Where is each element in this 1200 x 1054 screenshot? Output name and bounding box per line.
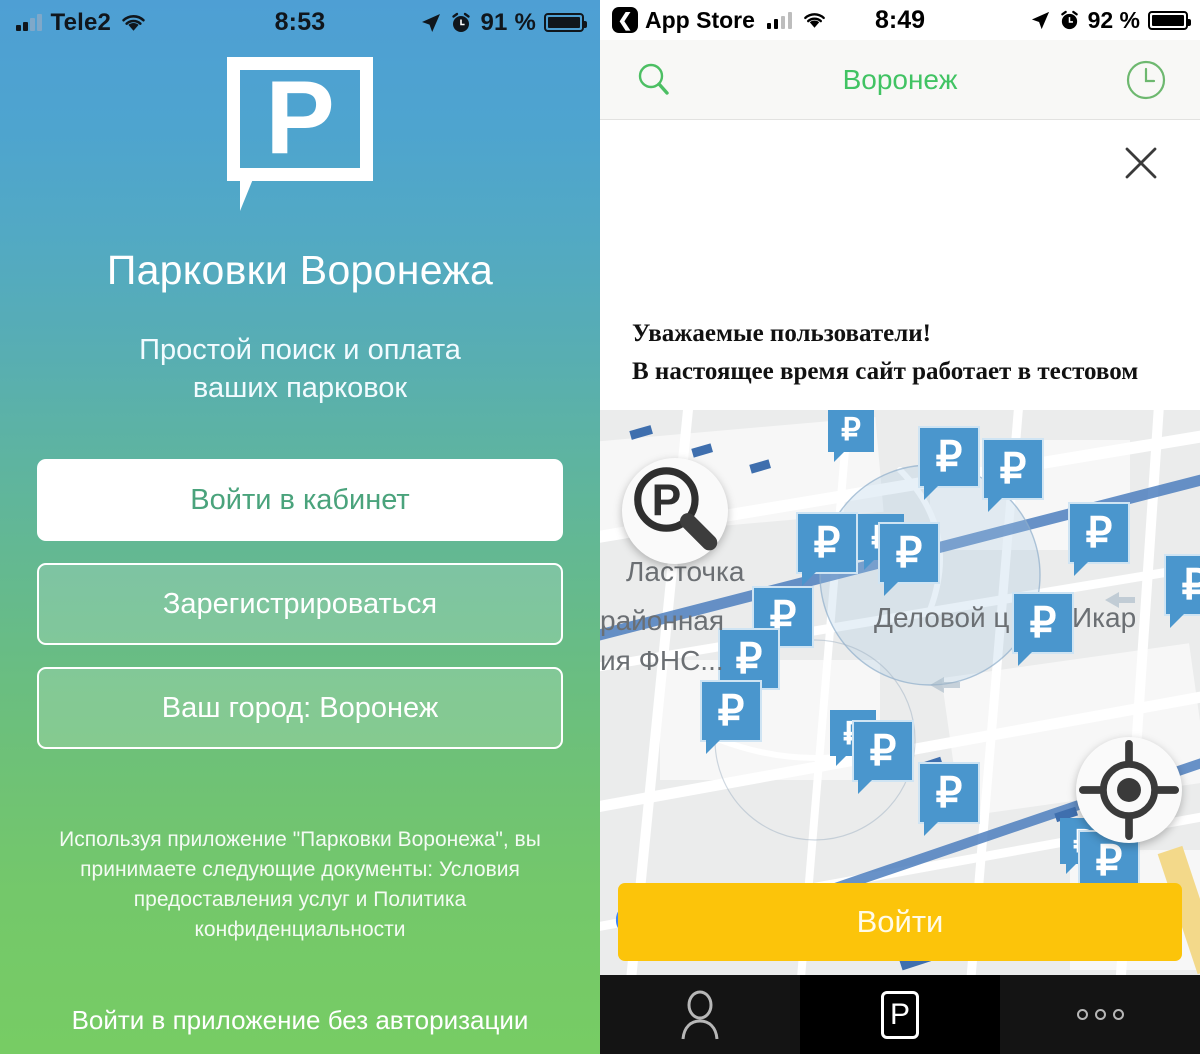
tab-parking[interactable]: P (800, 975, 1000, 1054)
parking-marker[interactable]: ₽ (878, 522, 940, 596)
welcome-screen: Tele2 8:53 91 % P Парковки Воронежа Прос… (0, 0, 600, 1054)
alarm-clock-icon (1060, 10, 1078, 29)
enter-button[interactable]: Войти (618, 883, 1182, 961)
app-title: Парковки Воронежа (106, 247, 494, 293)
app-subtitle: Простой поиск и оплата ваших парковок (0, 332, 600, 407)
legal-disclaimer: Используя приложение "Парковки Воронежа"… (59, 828, 541, 941)
google-map-canvas[interactable]: ₽ ₽ ₽ ₽ ₽ ₽ ₽ ₽ ₽ ₽ ₽ ₽ ₽ ₽ ₽ ₽ ₽ Ласточ… (600, 410, 1200, 975)
battery-percent-label: 92 % (1087, 6, 1140, 33)
battery-icon (544, 13, 587, 32)
status-right-group: 91 % (420, 8, 587, 37)
tab-profile[interactable] (600, 975, 800, 1054)
parking-marker[interactable]: ₽ (852, 720, 914, 794)
battery-icon (1148, 10, 1191, 30)
right-status-bar: ❮ App Store 8:49 92 % (600, 0, 1200, 40)
back-label: App Store (645, 6, 755, 33)
back-to-app-store-link[interactable]: ❮ App Store (612, 7, 755, 34)
parking-marker[interactable]: ₽ (1164, 554, 1200, 628)
more-dots-icon (1076, 1009, 1124, 1020)
screenshot-pair: Tele2 8:53 91 % P Парковки Воронежа Прос… (0, 0, 1200, 1054)
login-button[interactable]: Войти в кабинет (37, 459, 563, 542)
clock-history-icon[interactable] (1122, 56, 1170, 104)
parking-speech-bubble-logo: P (227, 57, 373, 211)
parking-marker[interactable]: ₽ (700, 680, 762, 754)
parking-marker[interactable]: ₽ (918, 426, 980, 500)
status-right-group: 92 % (1030, 6, 1191, 34)
bottom-tab-bar: P (600, 975, 1200, 1054)
parking-marker[interactable]: ₽ (982, 438, 1044, 512)
logo-letter: P (265, 60, 335, 176)
map-label: районная (600, 605, 725, 636)
parking-marker[interactable]: ₽ (1012, 592, 1074, 666)
notice-line-2: В настоящее время сайт работает в тестов… (632, 358, 1139, 386)
person-icon (681, 990, 719, 1039)
svg-text:P: P (652, 476, 682, 525)
parking-p-icon: P (881, 990, 919, 1039)
chevron-left-icon: ❮ (612, 7, 638, 33)
service-notice-panel: Уважаемые пользователи! В настоящее врем… (600, 120, 1200, 410)
signal-bars-icon (16, 14, 42, 31)
register-button[interactable]: Зарегистрироваться (37, 563, 563, 646)
service-notice-text: Уважаемые пользователи! В настоящее врем… (632, 315, 1168, 393)
city-selector-button[interactable]: Ваш город: Воронеж (37, 667, 563, 750)
parking-marker[interactable]: ₽ (828, 410, 874, 462)
parking-marker[interactable]: ₽ (918, 762, 980, 836)
parking-magnifier-icon[interactable]: P (622, 458, 728, 564)
notice-line-1: Уважаемые пользователи! (632, 319, 931, 347)
parking-marker[interactable]: ₽ (1068, 502, 1130, 576)
map-label: Икар (1072, 602, 1137, 633)
my-location-crosshair-icon[interactable] (1076, 737, 1182, 843)
close-x-icon[interactable] (1120, 142, 1162, 184)
battery-percent-label: 91 % (480, 8, 536, 36)
tab-more[interactable] (1000, 975, 1200, 1054)
signal-bars-icon (766, 11, 793, 29)
search-icon[interactable] (630, 56, 678, 104)
carrier-label: Tele2 (50, 8, 112, 36)
map-label: ия ФНС... (600, 645, 724, 676)
left-status-bar: Tele2 8:53 91 % (0, 0, 600, 45)
parking-marker[interactable]: ₽ (796, 512, 858, 586)
location-arrow-icon (1031, 11, 1049, 29)
map-screen: ❮ App Store 8:49 92 % Воронеж Уважаемые … (600, 0, 1200, 1054)
map-navbar: Воронеж (600, 40, 1200, 120)
location-arrow-icon (422, 13, 441, 32)
auth-button-group: Войти в кабинет Зарегистрироваться Ваш г… (0, 459, 600, 750)
app-subtitle-line2: ваших парковок (192, 371, 408, 404)
app-logo-wrap: P (0, 57, 600, 211)
status-carrier-group: Tele2 (16, 9, 147, 37)
skip-login-link[interactable]: Войти в приложение без авторизации (0, 1005, 600, 1036)
map-label: Деловой ц (874, 602, 1010, 633)
wifi-icon (804, 12, 826, 28)
app-subtitle-line1: Простой поиск и оплата (139, 334, 461, 366)
page-title: Воронеж (842, 63, 958, 95)
alarm-clock-icon (452, 12, 471, 32)
wifi-icon (122, 14, 145, 31)
